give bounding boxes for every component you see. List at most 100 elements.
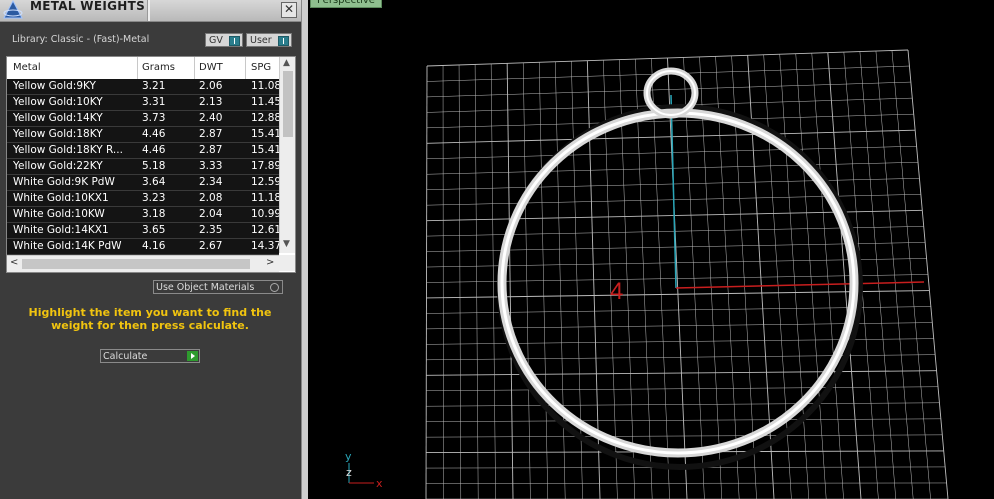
grams-cell: 3.64 xyxy=(142,176,166,188)
metal-name-cell: Yellow Gold:9KY xyxy=(13,80,96,92)
spg-cell: 12.59 xyxy=(251,176,281,188)
radio-icon[interactable] xyxy=(270,283,279,292)
grams-cell: 4.46 xyxy=(142,144,166,156)
panel-titlebar[interactable]: METAL WEIGHTS ✕ xyxy=(0,0,301,22)
vertical-scroll-thumb[interactable] xyxy=(283,71,293,137)
spg-cell: 11.45 xyxy=(251,96,281,108)
column-header-grams[interactable]: Grams xyxy=(142,62,175,73)
gv-label: GV xyxy=(209,35,223,46)
table-row[interactable]: Yellow Gold:10KY 3.31 2.13 11.45 xyxy=(7,95,281,111)
column-header-spg[interactable]: SPG xyxy=(251,62,271,73)
metal-name-cell: Yellow Gold:10KY xyxy=(13,96,103,108)
metal-name-cell: Yellow Gold:14KY xyxy=(13,112,103,124)
spg-cell: 11.18 xyxy=(251,192,281,204)
panel-title: METAL WEIGHTS xyxy=(30,0,146,13)
scroll-down-icon[interactable]: ▼ xyxy=(283,239,290,249)
grams-cell: 3.31 xyxy=(142,96,166,108)
dwt-cell: 2.35 xyxy=(199,224,223,236)
user-toggle-button[interactable]: User xyxy=(246,33,292,47)
scroll-corner xyxy=(279,255,295,271)
user-label: User xyxy=(250,35,272,46)
grams-cell: 4.46 xyxy=(142,128,166,140)
viewport-canvas[interactable]: 4 y z x xyxy=(308,0,994,499)
use-object-materials-option[interactable]: Use Object Materials xyxy=(153,280,283,294)
dwt-cell: 2.06 xyxy=(199,80,223,92)
metal-name-cell: White Gold:10KW xyxy=(13,208,105,220)
spg-cell: 10.99 xyxy=(251,208,281,220)
title-separator xyxy=(147,0,150,21)
y-axis-line xyxy=(670,94,677,289)
grams-cell: 3.21 xyxy=(142,80,166,92)
spg-cell: 12.61 xyxy=(251,224,281,236)
table-row[interactable]: Yellow Gold:18KY 4.46 2.87 15.41 xyxy=(7,127,281,143)
ring-model[interactable] xyxy=(497,108,859,458)
dwt-cell: 2.67 xyxy=(199,240,223,252)
dwt-cell: 2.40 xyxy=(199,112,223,124)
metal-table: Metal Grams DWT SPG Yellow Gold:9KY 3.21 2… xyxy=(6,56,296,273)
calculate-label: Calculate xyxy=(103,351,148,362)
grid-number-label: 4 xyxy=(610,278,623,305)
gv-toggle-icon xyxy=(229,36,240,46)
axis-z-label: z xyxy=(346,466,352,479)
grams-cell: 3.73 xyxy=(142,112,166,124)
perspective-viewport[interactable]: Perspective 4 y z x xyxy=(308,0,994,499)
horizontal-scroll-thumb[interactable] xyxy=(22,259,250,269)
spg-cell: 15.41 xyxy=(251,144,281,156)
metal-weights-panel: METAL WEIGHTS ✕ Library: Classic - (Fast… xyxy=(0,0,301,499)
grams-cell: 3.65 xyxy=(142,224,166,236)
app-logo-icon xyxy=(3,0,23,19)
spg-cell: 15.41 xyxy=(251,128,281,140)
dwt-cell: 2.13 xyxy=(199,96,223,108)
table-row[interactable]: Yellow Gold:14KY 3.73 2.40 12.88 xyxy=(7,111,281,127)
library-label: Library: Classic - (Fast)-Metal xyxy=(12,34,150,45)
grams-cell: 5.18 xyxy=(142,160,166,172)
scroll-right-icon[interactable]: > xyxy=(266,257,274,268)
gv-toggle-button[interactable]: GV xyxy=(205,33,243,47)
axis-gizmo: y z x xyxy=(345,450,383,490)
close-button[interactable]: ✕ xyxy=(281,2,297,18)
column-header-metal[interactable]: Metal xyxy=(13,62,41,73)
dwt-cell: 2.87 xyxy=(199,144,223,156)
column-header-dwt[interactable]: DWT xyxy=(199,62,223,73)
panel-splitter[interactable] xyxy=(301,0,308,499)
grams-cell: 3.18 xyxy=(142,208,166,220)
metal-name-cell: White Gold:10KX1 xyxy=(13,192,109,204)
dwt-cell: 2.87 xyxy=(199,128,223,140)
grams-cell: 3.23 xyxy=(142,192,166,204)
axis-y-label: y xyxy=(345,450,352,463)
table-header: Metal Grams DWT SPG xyxy=(7,57,279,80)
table-row[interactable]: White Gold:14K PdW 4.16 2.67 14.37 xyxy=(7,239,281,255)
table-row[interactable]: White Gold:10KX1 3.23 2.08 11.18 xyxy=(7,191,281,207)
table-row[interactable]: Yellow Gold:9KY 3.21 2.06 11.08 xyxy=(7,79,281,95)
user-toggle-icon xyxy=(278,36,289,46)
dwt-cell: 3.33 xyxy=(199,160,223,172)
axis-x-label: x xyxy=(376,477,383,490)
table-row[interactable]: Yellow Gold:18KY R... 4.46 2.87 15.41 xyxy=(7,143,281,159)
dwt-cell: 2.04 xyxy=(199,208,223,220)
horizontal-scrollbar[interactable]: < > xyxy=(7,255,279,272)
metal-name-cell: White Gold:9K PdW xyxy=(13,176,115,188)
metal-name-cell: White Gold:14KX1 xyxy=(13,224,109,236)
scroll-left-icon[interactable]: < xyxy=(10,257,18,268)
play-icon xyxy=(187,351,198,361)
calculate-button[interactable]: Calculate xyxy=(100,349,200,363)
instruction-text: Highlight the item you want to find the … xyxy=(28,306,272,332)
grams-cell: 4.16 xyxy=(142,240,166,252)
grid-line xyxy=(426,482,947,484)
table-row[interactable]: White Gold:10KW 3.18 2.04 10.99 xyxy=(7,207,281,223)
spg-cell: 12.88 xyxy=(251,112,281,124)
vertical-scrollbar[interactable]: ▲ ▼ xyxy=(279,57,295,253)
spg-cell: 14.37 xyxy=(251,240,281,252)
spg-cell: 11.08 xyxy=(251,80,281,92)
use-object-materials-label: Use Object Materials xyxy=(156,282,255,293)
x-axis-line xyxy=(675,281,925,289)
metal-name-cell: Yellow Gold:22KY xyxy=(13,160,103,172)
table-body: Yellow Gold:9KY 3.21 2.06 11.08 Yellow Gold:… xyxy=(7,79,281,255)
table-row[interactable]: White Gold:14KX1 3.65 2.35 12.61 xyxy=(7,223,281,239)
table-row[interactable]: White Gold:9K PdW 3.64 2.34 12.59 xyxy=(7,175,281,191)
scroll-up-icon[interactable]: ▲ xyxy=(283,58,290,68)
table-row[interactable]: Yellow Gold:22KY 5.18 3.33 17.89 xyxy=(7,159,281,175)
spg-cell: 17.89 xyxy=(251,160,281,172)
dwt-cell: 2.08 xyxy=(199,192,223,204)
metal-name-cell: Yellow Gold:18KY xyxy=(13,128,103,140)
